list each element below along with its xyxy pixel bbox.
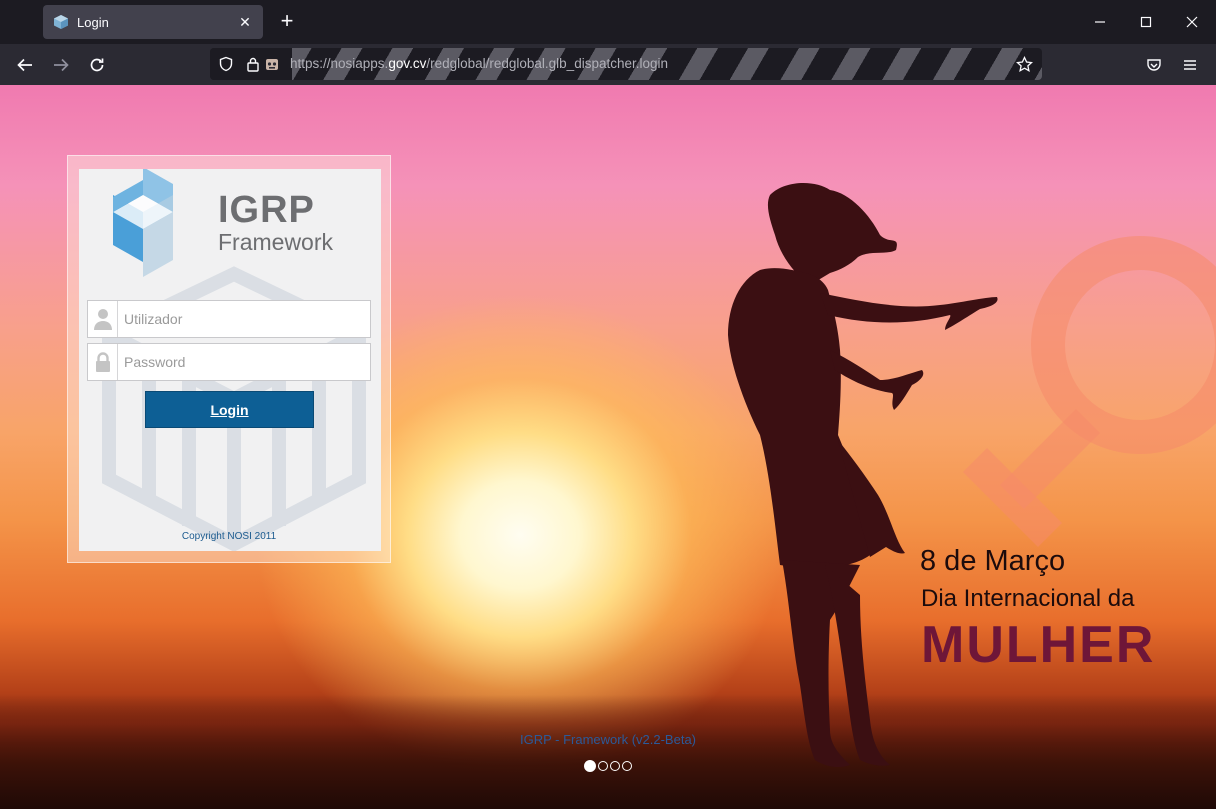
username-field [87,300,371,338]
browser-nav-bar: https://nosiapps.gov.cv/redglobal/redglo… [0,44,1216,85]
bookmark-star-icon[interactable] [1016,55,1033,78]
framework-version-link[interactable]: IGRP - Framework (v2.2-Beta) [0,732,1216,747]
url-path: /redglobal/redglobal.glb_dispatcher.logi… [426,56,669,71]
framework-version-text[interactable]: IGRP - Framework (v2.2-Beta) [520,732,696,747]
woman-silhouette-image [728,183,998,768]
carousel-dot-4[interactable] [622,761,632,771]
copyright-text: Copyright NOSI 2011 [181,531,277,542]
event-date: 8 de Março [920,545,1066,577]
menu-icon[interactable] [1178,53,1202,77]
address-bar[interactable]: https://nosiapps.gov.cv/redglobal/redglo… [210,48,1042,80]
tab-title: Login [77,14,109,30]
padlock-icon [88,344,118,380]
url-domain: gov.cv [388,56,427,71]
close-icon[interactable] [1182,12,1202,32]
carousel-dots [584,760,632,772]
carousel-dot-1[interactable] [584,760,596,772]
event-title: Dia Internacional da [921,585,1135,612]
tab-close-icon[interactable]: ✕ [237,14,253,31]
login-box: IGRP Framework Login Copyright NOSI 2011 [79,169,381,551]
igrp-logo-icon [113,169,173,277]
back-icon[interactable] [13,53,37,77]
password-field [87,343,371,381]
igrp-favicon-icon [53,14,69,30]
reload-icon[interactable] [85,53,109,77]
event-highlight: MULHER [921,616,1156,674]
user-icon [88,301,118,337]
lock-icon[interactable] [246,56,260,77]
login-panel: IGRP Framework Login Copyright NOSI 2011 [67,155,391,563]
browser-tab-bar: Login ✕ + [0,0,1216,44]
permissions-icon[interactable] [264,56,280,77]
forward-icon[interactable] [49,53,73,77]
url-prefix: https://nosiapps. [290,56,389,71]
new-tab-button[interactable]: + [276,10,298,34]
carousel-dot-3[interactable] [610,761,620,771]
login-button[interactable]: Login [145,391,314,428]
event-banner: 8 de Março Dia Internacional da MULHER [920,545,1153,674]
maximize-icon[interactable] [1136,12,1156,32]
password-input[interactable] [118,344,370,380]
carousel-dot-2[interactable] [598,761,608,771]
url-text: https://nosiapps.gov.cv/redglobal/redglo… [290,56,668,71]
username-input[interactable] [118,301,370,337]
pocket-icon[interactable] [1142,53,1166,77]
tab-login[interactable]: Login ✕ [43,5,263,39]
brand-title: IGRP [218,189,315,231]
sea-horizon [0,695,1216,809]
shield-icon[interactable] [218,56,234,77]
brand-subtitle: Framework [218,229,334,255]
page-background: IGRP Framework Login Copyright NOSI 2011 [0,85,1216,809]
minimize-icon[interactable] [1090,12,1110,32]
